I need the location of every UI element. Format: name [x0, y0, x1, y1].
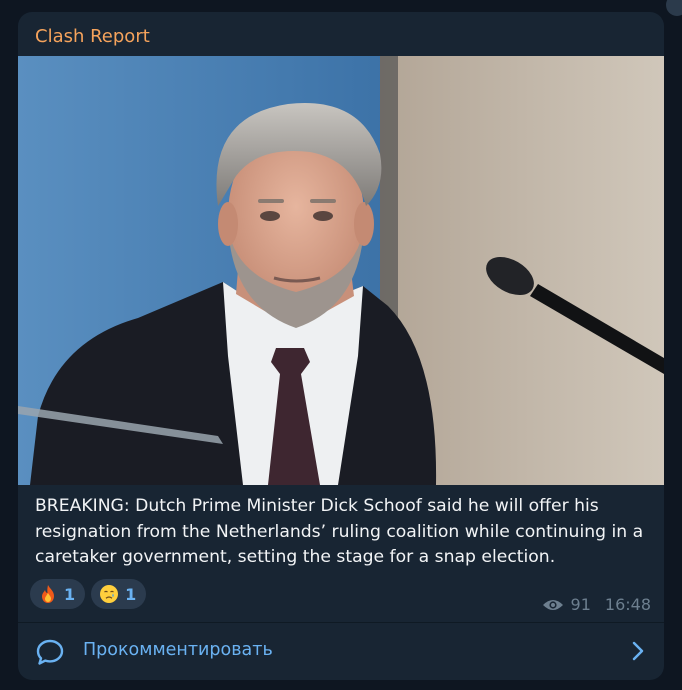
corner-scroll-button[interactable] — [666, 0, 682, 16]
eye-icon — [542, 599, 563, 610]
comment-bubble-icon — [36, 639, 64, 665]
fire-emoji-icon — [42, 585, 54, 603]
post-time: 16:48 — [604, 595, 651, 614]
channel-name[interactable]: Clash Report — [35, 26, 150, 47]
post-meta: 91 16:48 — [542, 595, 651, 614]
chevron-right-icon — [632, 641, 644, 661]
crying-face-emoji-icon — [100, 585, 119, 603]
comments-label: Прокомментировать — [83, 640, 273, 660]
reaction-fire[interactable]: 1 — [30, 579, 86, 609]
reaction-crying-face[interactable]: 1 — [91, 579, 147, 609]
message-bubble: Clash Report BREAKING: Dutch Prime Minis… — [18, 12, 664, 680]
post-photo[interactable] — [18, 56, 664, 485]
reactions-bar: 1 1 — [30, 579, 147, 609]
comments-button[interactable]: Прокомментировать — [18, 623, 664, 680]
reaction-count: 1 — [125, 584, 137, 604]
reaction-count: 1 — [64, 584, 76, 604]
view-count: 91 — [570, 595, 591, 614]
post-text: BREAKING: Dutch Prime Minister Dick Scho… — [35, 496, 644, 567]
